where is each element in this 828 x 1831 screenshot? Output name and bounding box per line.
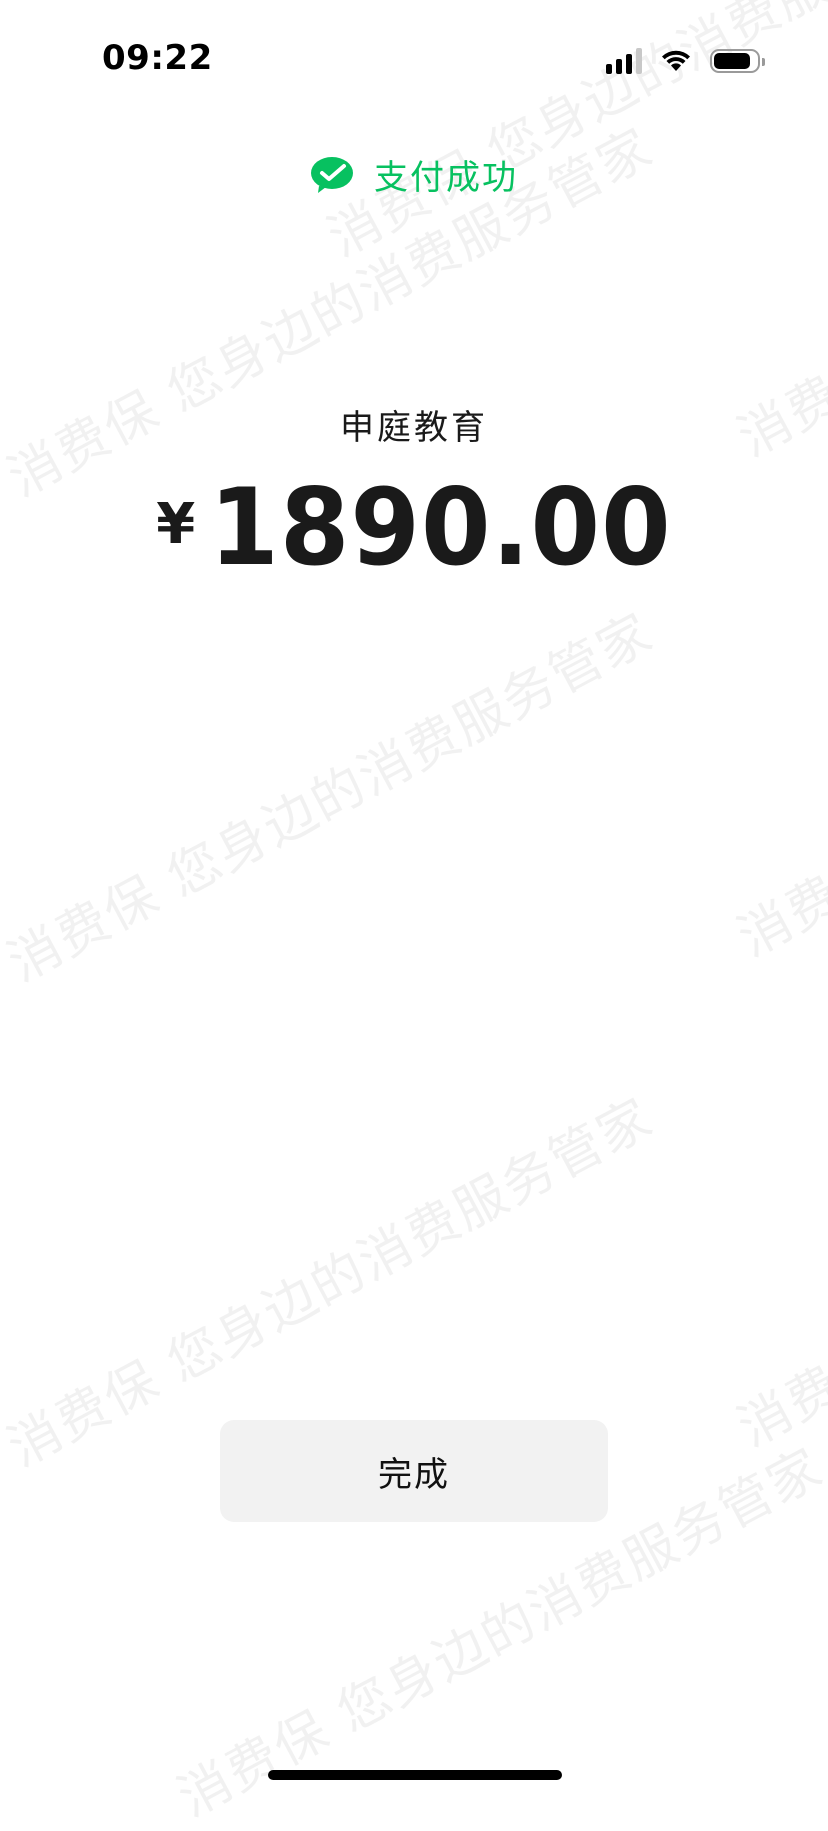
status-icons <box>606 46 765 76</box>
watermark-text: 消费保 您身边的消费服务管家 <box>728 578 828 969</box>
watermark-text: 消费保 您身边的消费服务管家 <box>0 602 663 994</box>
currency-symbol: ¥ <box>156 492 196 557</box>
wifi-icon <box>662 50 690 71</box>
merchant-name: 申庭教育 <box>340 408 488 448</box>
watermark-layer: 消费保 您身边的消费服务管家 消费保 您身边的消费服务管家 消费保 您身边的消费… <box>0 0 828 1829</box>
wechat-pay-success-icon <box>311 156 353 193</box>
status-bar: 09:22 <box>0 0 828 120</box>
amount-row: ¥ 1890.00 <box>0 465 828 590</box>
home-indicator[interactable] <box>268 1770 562 1780</box>
payment-amount: 1890.00 <box>209 465 672 590</box>
watermark-text: 消费保 您身边的消费服务管家 <box>728 1068 828 1459</box>
done-button[interactable]: 完成 <box>220 1420 608 1522</box>
payment-success-title: 支付成功 <box>374 158 518 198</box>
battery-icon <box>710 49 765 73</box>
payment-result-header: 支付成功 <box>0 150 828 199</box>
status-time: 09:22 <box>102 38 213 78</box>
cellular-signal-icon <box>606 48 642 74</box>
